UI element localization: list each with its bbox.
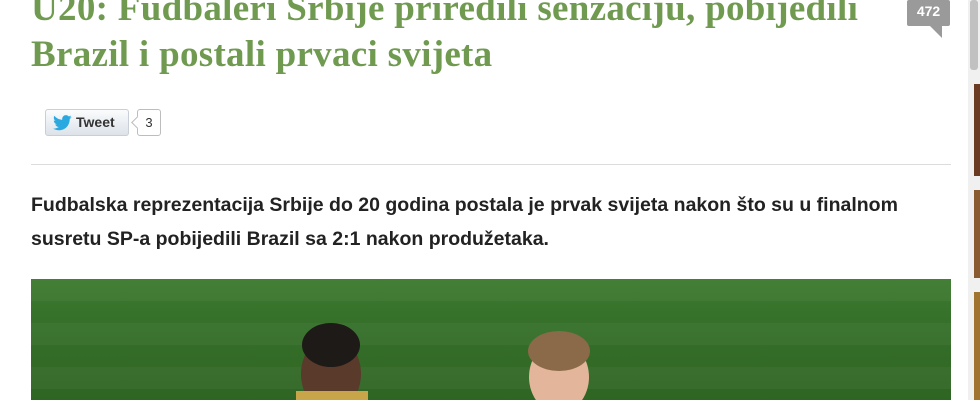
article-photo bbox=[31, 279, 951, 400]
divider bbox=[31, 164, 951, 165]
tweet-count: 3 bbox=[137, 109, 161, 136]
sidebar-image[interactable] bbox=[974, 190, 980, 278]
twitter-bird-icon bbox=[53, 114, 72, 130]
player-right bbox=[528, 331, 590, 400]
comment-count-badge[interactable]: 472 bbox=[907, 0, 950, 38]
sidebar-image[interactable] bbox=[974, 292, 980, 400]
article-headline[interactable]: U20: Fudbaleri Srbije priredili senzacij… bbox=[31, 0, 911, 78]
scrollbar-thumb[interactable] bbox=[970, 0, 978, 70]
tweet-label: Tweet bbox=[76, 114, 115, 130]
sidebar-image[interactable] bbox=[974, 84, 980, 176]
tweet-button[interactable]: Tweet bbox=[45, 109, 129, 136]
article-lead: Fudbalska reprezentacija Srbije do 20 go… bbox=[31, 194, 898, 250]
